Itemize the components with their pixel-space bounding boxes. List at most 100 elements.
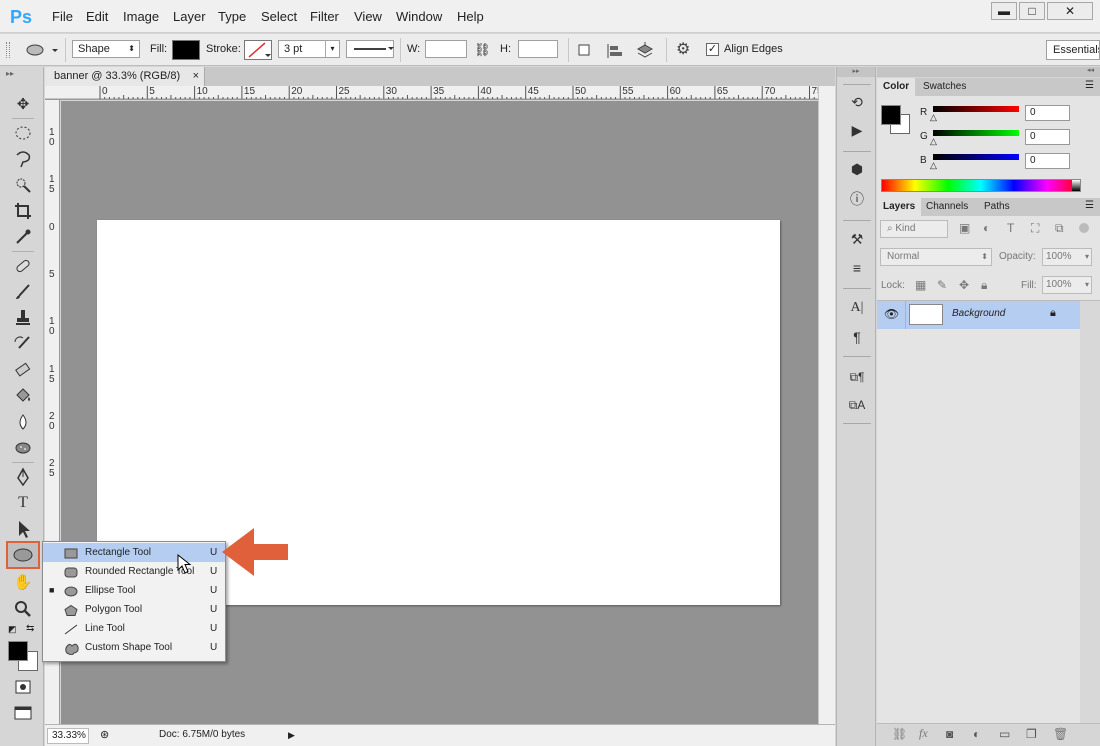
3d-panel-icon[interactable]: ⬢ xyxy=(845,158,869,180)
link-layers-icon[interactable]: ⛓ xyxy=(892,727,907,741)
stroke-type-select[interactable] xyxy=(346,40,394,58)
shape-mode-select[interactable]: Shape ⬍ xyxy=(72,40,140,58)
menu-image[interactable]: Image xyxy=(123,9,159,24)
paint-bucket-tool-icon[interactable] xyxy=(10,384,36,408)
color-spectrum-bar[interactable] xyxy=(881,179,1081,192)
height-field[interactable] xyxy=(518,40,558,58)
collapse-panels-icon[interactable]: ◂◂ xyxy=(1087,66,1094,74)
healing-brush-tool-icon[interactable] xyxy=(10,254,36,278)
panel-collapse-icon[interactable]: ▸▸ xyxy=(6,69,14,78)
menu-edit[interactable]: Edit xyxy=(86,9,108,24)
brush-panel-icon[interactable]: ⚒ xyxy=(845,228,869,250)
opacity-field[interactable]: 100% ▾ xyxy=(1042,248,1092,266)
status-info-icon[interactable]: ⊛ xyxy=(100,728,114,742)
zoom-tool-icon[interactable] xyxy=(10,597,36,621)
fill-swatch[interactable] xyxy=(172,40,200,60)
foreground-color-swatch[interactable] xyxy=(8,641,28,661)
link-icon[interactable]: ⛓ xyxy=(474,42,492,58)
type-filter-icon[interactable]: T xyxy=(1007,221,1014,235)
sponge-tool-icon[interactable] xyxy=(10,436,36,460)
menu-layer[interactable]: Layer xyxy=(173,9,206,24)
adjustments-panel-icon[interactable]: ≡ xyxy=(845,257,869,279)
actions-panel-icon[interactable]: ▶ xyxy=(845,119,869,141)
dock-grip[interactable]: ▸▸ xyxy=(837,67,875,77)
adjustment-layer-icon[interactable]: ◐ xyxy=(973,727,980,741)
path-operations-icon[interactable] xyxy=(576,42,594,60)
menu-view[interactable]: View xyxy=(354,9,382,24)
panel-grip[interactable]: ◂◂ xyxy=(877,67,1100,77)
ellipse-tool-button[interactable] xyxy=(6,541,40,569)
layer-row-background[interactable]: 👁︎ Background 🔒︎ xyxy=(877,301,1080,329)
tab-paths[interactable]: Paths xyxy=(978,198,1016,216)
default-colors-icon[interactable]: ◩ xyxy=(8,624,17,635)
character-panel-icon[interactable]: A| xyxy=(845,297,869,319)
flyout-item-rectangle[interactable]: Rectangle Tool U xyxy=(43,543,225,562)
tab-color[interactable]: Color xyxy=(877,78,916,96)
menu-help[interactable]: Help xyxy=(457,9,484,24)
path-selection-tool-icon[interactable] xyxy=(10,517,36,541)
swap-colors-icon[interactable]: ⇆ xyxy=(26,623,34,634)
eye-icon[interactable]: 👁︎ xyxy=(884,307,899,321)
tab-layers[interactable]: Layers xyxy=(877,198,922,216)
flyout-item-polygon[interactable]: Polygon Tool U xyxy=(43,600,225,619)
tab-swatches[interactable]: Swatches xyxy=(917,78,972,96)
clone-stamp-tool-icon[interactable] xyxy=(10,306,36,330)
black-white-ramp[interactable] xyxy=(1072,180,1080,191)
document-tab[interactable]: banner @ 33.3% (RGB/8) × xyxy=(45,67,205,86)
red-value-field[interactable]: 0 xyxy=(1025,105,1070,121)
filter-toggle[interactable] xyxy=(1079,223,1089,233)
menu-filter[interactable]: Filter xyxy=(310,9,339,24)
pen-tool-icon[interactable] xyxy=(10,465,36,489)
new-layer-icon[interactable]: ❐ xyxy=(1026,727,1037,741)
pixel-filter-icon[interactable]: ▣ xyxy=(959,221,970,235)
flyout-item-ellipse[interactable]: ■ Ellipse Tool U xyxy=(43,581,225,600)
brush-tool-icon[interactable] xyxy=(10,280,36,304)
blend-mode-select[interactable]: Normal ⬍ xyxy=(880,248,992,266)
history-brush-tool-icon[interactable] xyxy=(10,332,36,356)
red-slider[interactable] xyxy=(933,106,1019,112)
align-edges-checkbox[interactable]: ✓ xyxy=(706,43,719,56)
paragraph-styles-panel-icon[interactable]: ⧉¶ xyxy=(845,366,869,388)
foreground-color-chip[interactable] xyxy=(881,105,901,125)
close-tab-icon[interactable]: × xyxy=(193,67,199,86)
stroke-swatch[interactable] xyxy=(244,40,272,60)
flyout-item-line[interactable]: Line Tool U xyxy=(43,619,225,638)
minimize-button[interactable]: ▬ xyxy=(991,2,1017,20)
fx-icon[interactable]: fx xyxy=(919,726,928,741)
smart-object-filter-icon[interactable]: ⧉ xyxy=(1055,221,1064,236)
layer-name[interactable]: Background xyxy=(952,308,1005,319)
menu-window[interactable]: Window xyxy=(396,9,442,24)
vertical-scrollbar[interactable] xyxy=(818,86,835,724)
close-button[interactable]: ✕ xyxy=(1047,2,1093,20)
lock-position-icon[interactable]: ✥ xyxy=(959,278,969,292)
shape-filter-icon[interactable]: ⛶ xyxy=(1031,221,1039,236)
flyout-item-rounded-rectangle[interactable]: Rounded Rectangle Tool U xyxy=(43,562,225,581)
lock-transparent-icon[interactable]: ▦ xyxy=(915,278,926,292)
screen-mode-icon[interactable] xyxy=(10,701,36,725)
menu-file[interactable]: File xyxy=(52,9,73,24)
workspace-switcher[interactable]: Essentials xyxy=(1046,40,1100,60)
path-alignment-icon[interactable] xyxy=(604,42,624,60)
new-group-icon[interactable]: ▭ xyxy=(999,727,1010,741)
adjustment-filter-icon[interactable]: ◐ xyxy=(983,221,990,235)
layers-scrollbar[interactable] xyxy=(1080,301,1100,726)
hand-tool-icon[interactable]: ✋ xyxy=(10,571,36,595)
quick-mask-icon[interactable] xyxy=(10,675,36,699)
eraser-tool-icon[interactable] xyxy=(10,358,36,382)
slider-handle-icon[interactable]: △ xyxy=(930,136,937,147)
eyedropper-tool-icon[interactable] xyxy=(10,225,36,249)
menu-type[interactable]: Type xyxy=(218,9,246,24)
gear-icon[interactable]: ⚙ xyxy=(676,40,700,60)
blue-value-field[interactable]: 0 xyxy=(1025,153,1070,169)
paragraph-panel-icon[interactable]: ¶ xyxy=(845,326,869,348)
panel-menu-icon[interactable]: ☰ xyxy=(1085,80,1094,91)
fill-field[interactable]: 100% ▾ xyxy=(1042,276,1092,294)
lasso-tool-icon[interactable] xyxy=(10,147,36,171)
green-slider[interactable] xyxy=(933,130,1019,136)
path-arrangement-icon[interactable] xyxy=(634,41,656,61)
tool-preset-picker[interactable] xyxy=(20,40,66,60)
quick-selection-tool-icon[interactable] xyxy=(10,173,36,197)
flyout-item-custom-shape[interactable]: Custom Shape Tool U xyxy=(43,638,225,657)
history-panel-icon[interactable]: ⟲ xyxy=(845,91,869,113)
slider-handle-icon[interactable]: △ xyxy=(930,160,937,171)
